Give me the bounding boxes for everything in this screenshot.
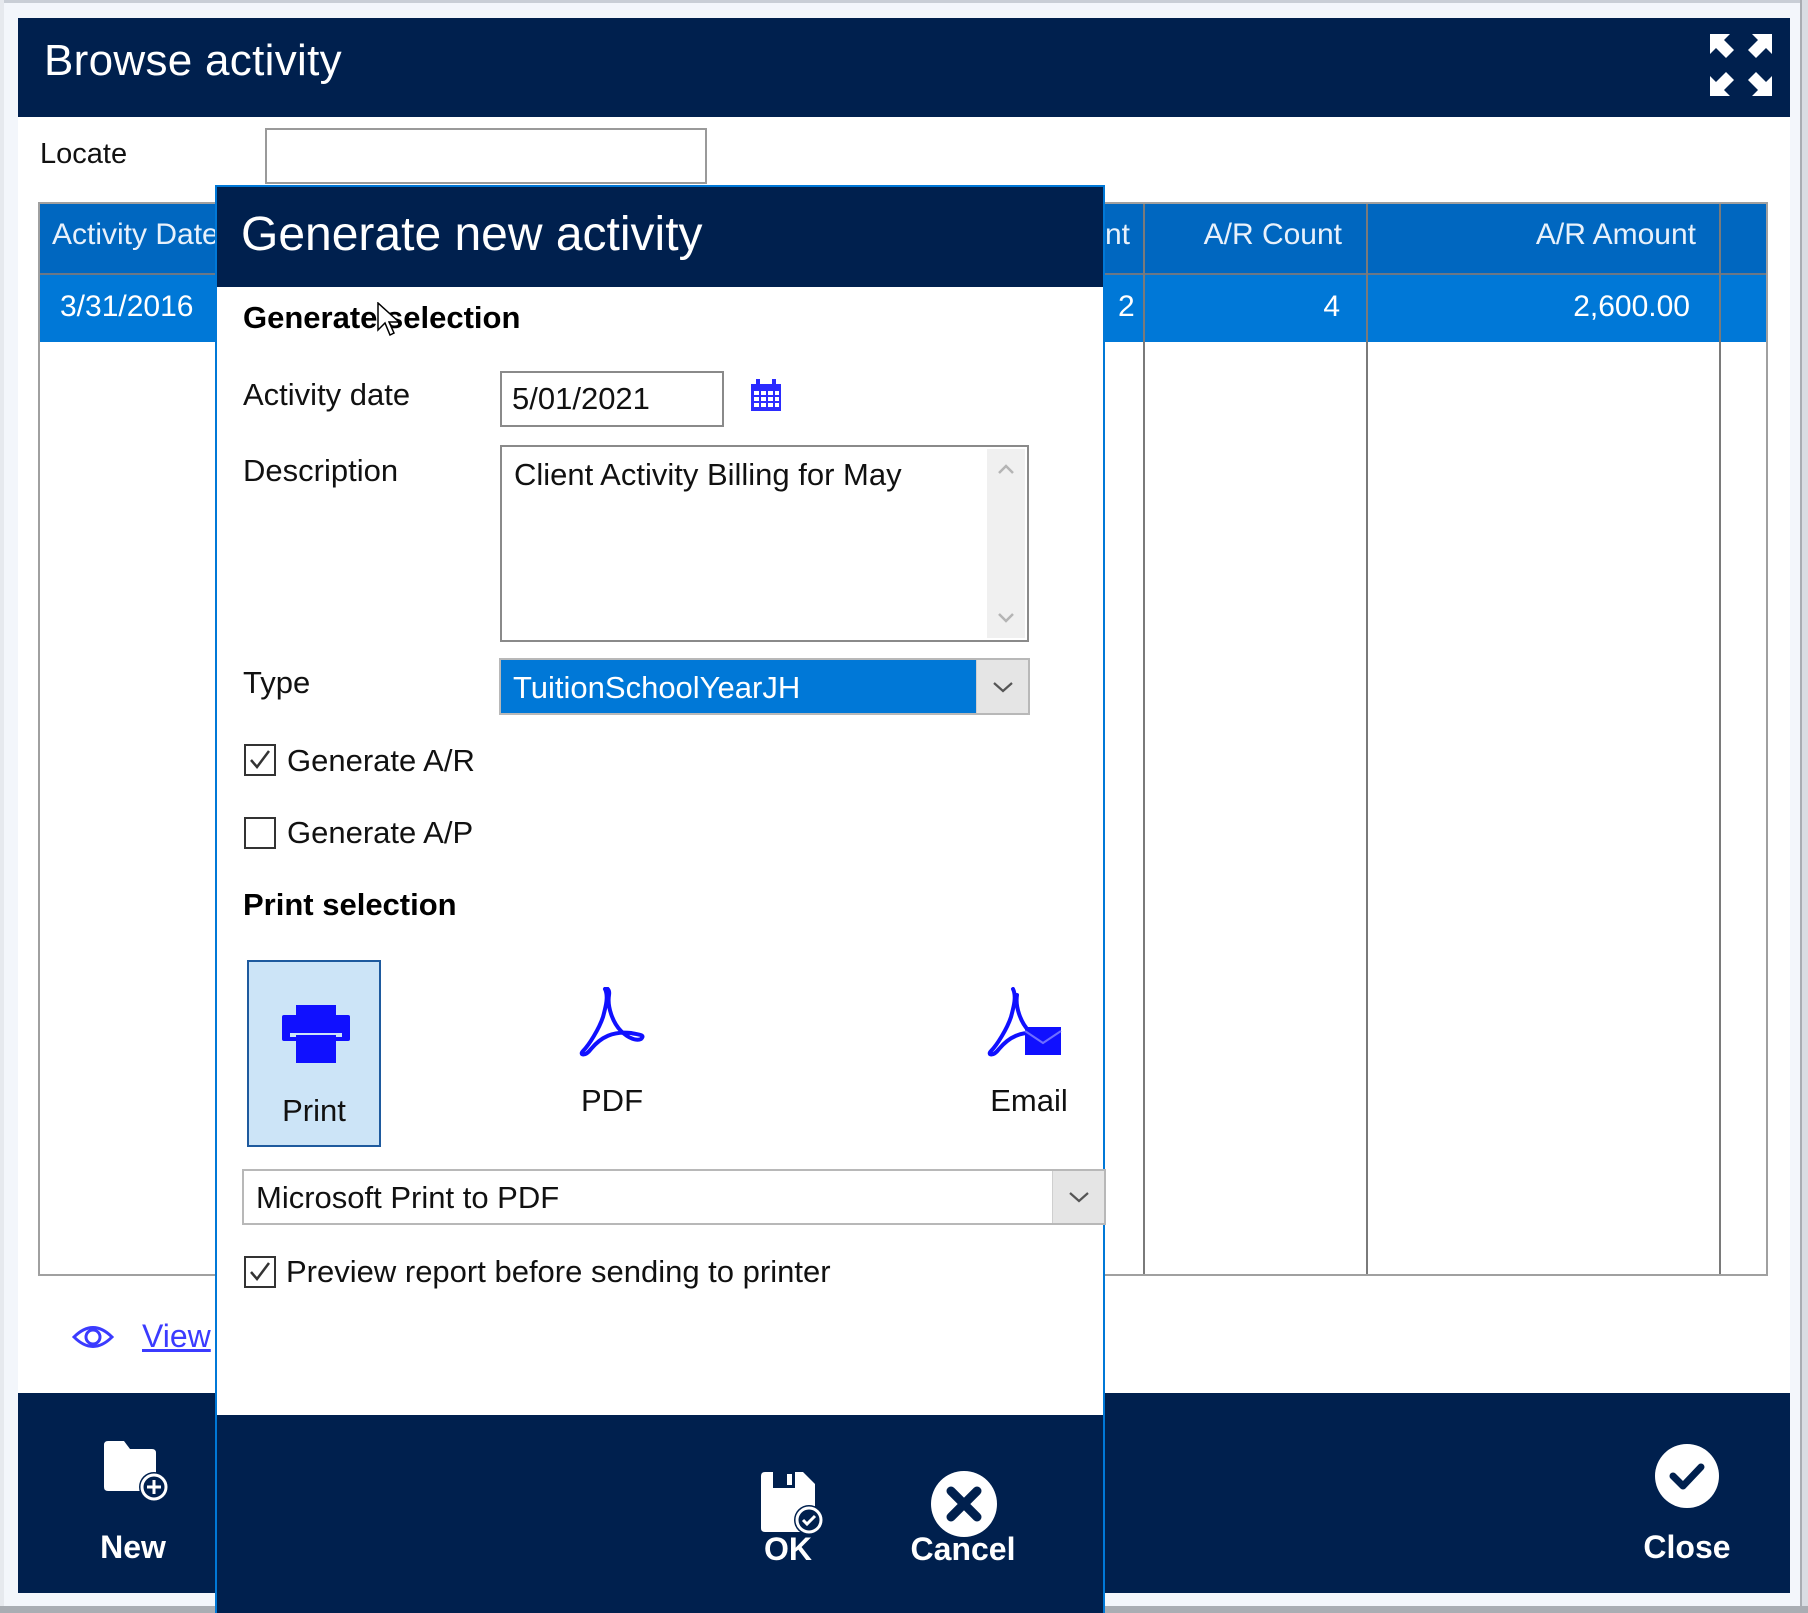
- window-left-border: [0, 0, 4, 1613]
- type-select[interactable]: TuitionSchoolYearJH: [499, 658, 1030, 715]
- new-label: New: [100, 1529, 166, 1565]
- locate-input[interactable]: [265, 128, 707, 184]
- preview-checkbox[interactable]: [244, 1256, 276, 1288]
- dialog-title: Generate new activity: [241, 208, 703, 261]
- checkmark-icon: [250, 1262, 270, 1281]
- printer-icon: [282, 1005, 350, 1063]
- activity-date-input[interactable]: 5/01/2021: [500, 371, 724, 427]
- generate-ar-label[interactable]: Generate A/R: [287, 743, 475, 779]
- ok-button[interactable]: OK: [713, 1415, 863, 1613]
- check-circle-icon: [1655, 1444, 1719, 1508]
- email-option-label: Email: [990, 1083, 1068, 1118]
- preview-label[interactable]: Preview report before sending to printer: [286, 1254, 831, 1290]
- print-option-pdf[interactable]: PDF: [557, 987, 667, 1147]
- print-selection-heading: Print selection: [243, 887, 457, 922]
- window-right-border: [1800, 0, 1808, 1613]
- save-check-icon: [761, 1472, 824, 1535]
- printer-select-value: Microsoft Print to PDF: [256, 1180, 560, 1215]
- printer-select[interactable]: Microsoft Print to PDF: [242, 1169, 1106, 1225]
- chevron-down-icon[interactable]: [976, 660, 1028, 713]
- scroll-down-icon[interactable]: [997, 612, 1015, 624]
- column-divider[interactable]: [1366, 204, 1368, 1274]
- ok-label: OK: [764, 1531, 812, 1567]
- pdf-email-icon: [987, 987, 1062, 1057]
- locate-label: Locate: [40, 138, 128, 170]
- new-folder-icon: [104, 1441, 169, 1502]
- description-label: Description: [243, 453, 399, 488]
- pdf-option-label: PDF: [581, 1083, 643, 1118]
- window-top-border: [0, 0, 1808, 3]
- print-option-label: Print: [282, 1093, 346, 1128]
- checkmark-icon: [250, 750, 270, 769]
- calendar-icon[interactable]: [750, 378, 782, 412]
- generate-ap-checkbox[interactable]: [244, 817, 276, 849]
- generate-ar-checkbox[interactable]: [244, 744, 276, 776]
- description-text: Client Activity Billing for May: [514, 457, 902, 492]
- type-select-value: TuitionSchoolYearJH: [513, 670, 801, 705]
- type-label: Type: [243, 665, 311, 700]
- cell-count: 2: [1118, 290, 1135, 323]
- cell-activity-date: 3/31/2016: [60, 290, 194, 323]
- cell-ar-amount: 2,600.00: [1573, 290, 1690, 323]
- column-divider[interactable]: [1143, 204, 1145, 1274]
- pdf-icon: [579, 987, 645, 1057]
- new-button[interactable]: New: [58, 1393, 208, 1593]
- generate-ap-label[interactable]: Generate A/P: [287, 815, 473, 851]
- cancel-circle-icon: [931, 1471, 997, 1537]
- view-link[interactable]: View: [142, 1318, 211, 1355]
- mouse-cursor-icon: [377, 302, 401, 337]
- column-divider[interactable]: [1719, 204, 1721, 1274]
- cancel-label: Cancel: [910, 1531, 1016, 1567]
- chevron-down-icon[interactable]: [1052, 1171, 1104, 1223]
- generate-activity-dialog: Generate new activity Generate selection…: [215, 185, 1106, 1613]
- dialog-footer: OK Cancel: [217, 1415, 1103, 1613]
- column-header-activity-date[interactable]: Activity Date: [52, 218, 219, 252]
- print-option-print[interactable]: Print: [247, 960, 381, 1147]
- column-header-count[interactable]: nt: [1105, 218, 1130, 252]
- cancel-button[interactable]: Cancel: [888, 1415, 1038, 1613]
- column-header-ar-count[interactable]: A/R Count: [1204, 218, 1342, 252]
- close-label: Close: [1643, 1529, 1731, 1565]
- column-header-ar-amount[interactable]: A/R Amount: [1536, 218, 1696, 252]
- cell-ar-count: 4: [1323, 290, 1340, 323]
- close-button[interactable]: Close: [1612, 1393, 1762, 1593]
- print-option-email[interactable]: Email: [974, 987, 1084, 1147]
- description-textarea[interactable]: Client Activity Billing for May: [500, 445, 1029, 642]
- scroll-up-icon[interactable]: [997, 463, 1015, 475]
- activity-date-label: Activity date: [243, 377, 411, 412]
- eye-icon[interactable]: [71, 1322, 115, 1352]
- expand-arrows-icon[interactable]: [1706, 30, 1776, 100]
- window-title: Browse activity: [44, 36, 342, 85]
- description-scrollbar[interactable]: [987, 449, 1025, 638]
